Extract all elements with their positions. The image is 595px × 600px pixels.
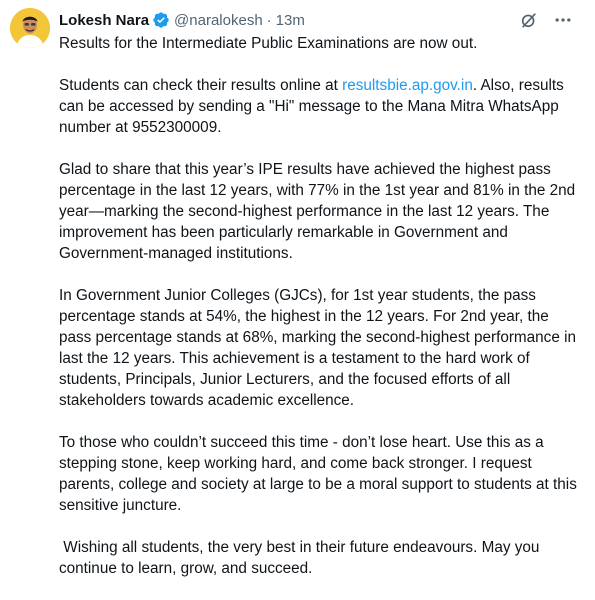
- results-link[interactable]: resultsbie.ap.gov.in: [342, 77, 473, 94]
- paragraph-pass-percentage: Glad to share that this year’s IPE resul…: [59, 161, 580, 262]
- author-handle[interactable]: @naralokesh: [174, 12, 263, 29]
- tweet-actions: [519, 10, 573, 30]
- avatar[interactable]: [10, 8, 50, 48]
- paragraph-announcement: Results for the Intermediate Public Exam…: [59, 35, 478, 52]
- tweet-text: Results for the Intermediate Public Exam…: [59, 33, 584, 600]
- timestamp[interactable]: 13m: [276, 12, 305, 29]
- tweet-header: Lokesh Nara @naralokesh · 13m: [59, 10, 305, 30]
- author-name[interactable]: Lokesh Nara: [59, 12, 149, 29]
- paragraph-text: Students can check their results online …: [59, 77, 343, 94]
- paragraph-how-to-check: Students can check their results online …: [59, 75, 584, 138]
- paragraph-gjc-results: In Government Junior Colleges (GJCs), fo…: [59, 287, 581, 409]
- avatar-image: [10, 8, 50, 48]
- paragraph-encouragement: To those who couldn’t succeed this time …: [59, 434, 582, 514]
- separator-dot: ·: [266, 11, 272, 29]
- grok-icon[interactable]: [519, 10, 539, 30]
- more-options-icon[interactable]: [553, 10, 573, 30]
- verified-badge-icon[interactable]: [152, 11, 170, 29]
- paragraph-wishes: Wishing all students, the very best in t…: [59, 539, 544, 577]
